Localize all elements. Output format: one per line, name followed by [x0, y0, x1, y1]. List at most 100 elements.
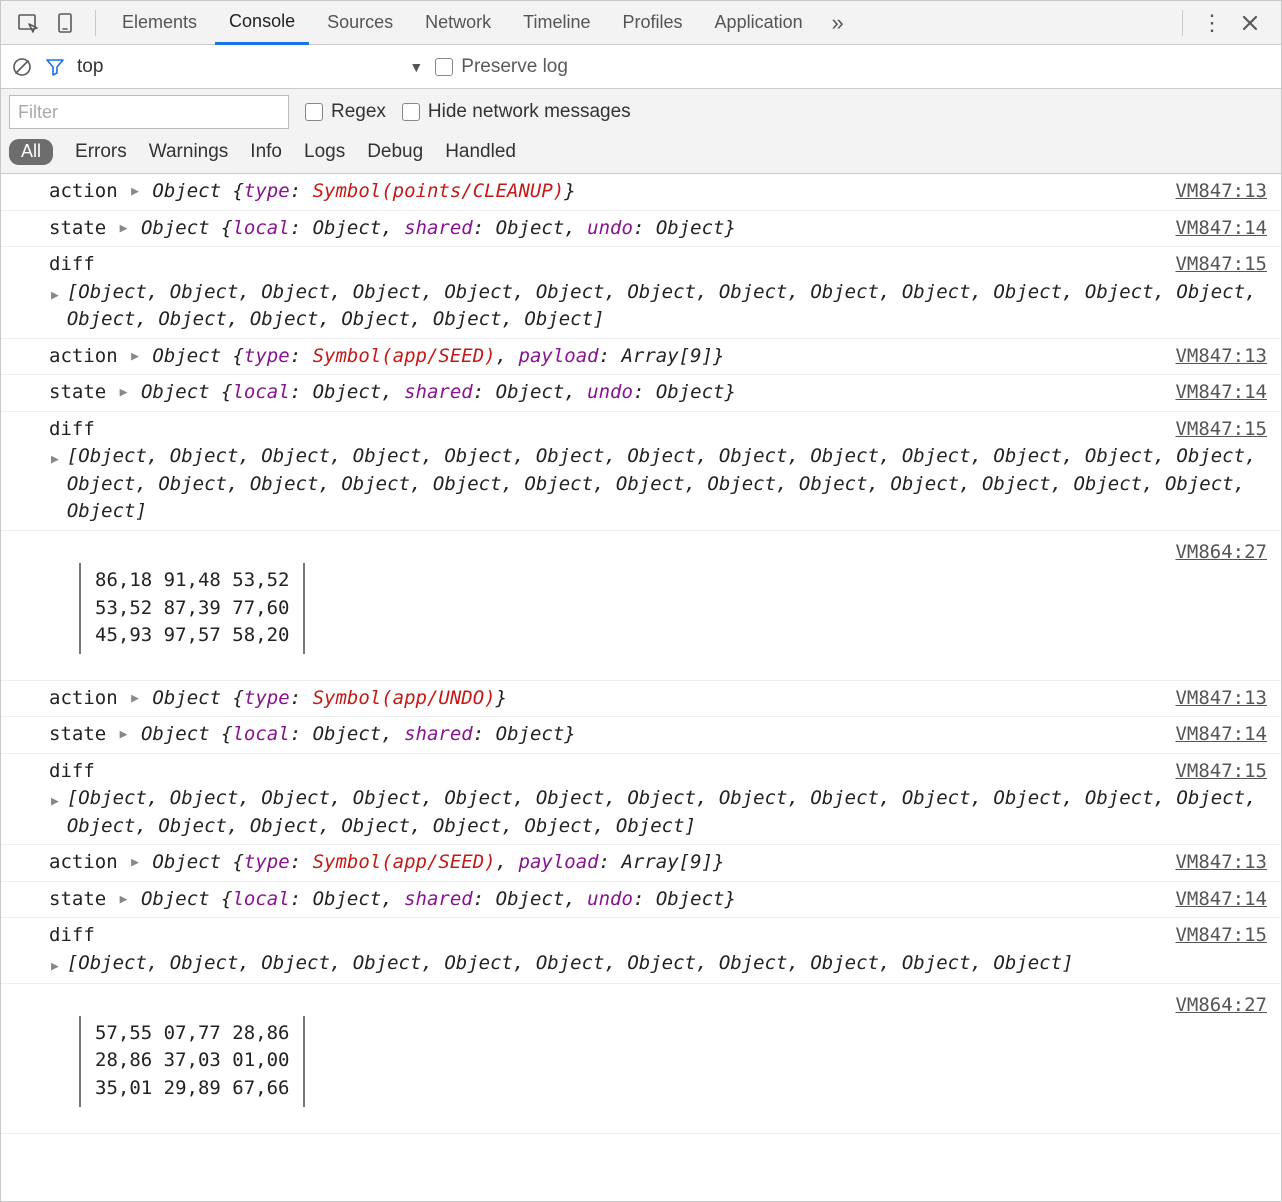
clear-console-icon[interactable] [11, 56, 33, 78]
expand-arrow-icon[interactable]: ▶ [51, 451, 59, 470]
context-label: top [77, 56, 103, 78]
log-row: VM847:13 action ▶ Object {type: Symbol(a… [1, 681, 1281, 718]
close-icon[interactable] [1233, 7, 1267, 39]
tab-timeline[interactable]: Timeline [509, 1, 604, 45]
log-row: VM847:14 state ▶ Object {local: Object, … [1, 375, 1281, 412]
tab-profiles[interactable]: Profiles [609, 1, 697, 45]
log-row: VM847:15 diff ▶ [Object, Object, Object, … [1, 412, 1281, 531]
source-link[interactable]: VM847:14 [1175, 886, 1267, 914]
console-log-area: VM847:13 action ▶ Object {type: Symbol(p… [1, 174, 1281, 1201]
table-row: 28,86 37,03 01,00 [95, 1047, 289, 1075]
source-link[interactable]: VM847:13 [1175, 343, 1267, 371]
tab-sources[interactable]: Sources [313, 1, 407, 45]
level-warnings[interactable]: Warnings [149, 141, 229, 163]
checkbox-icon [402, 103, 420, 121]
preserve-log-checkbox[interactable]: Preserve log [435, 56, 568, 78]
level-errors[interactable]: Errors [75, 141, 127, 163]
log-label: diff [49, 924, 95, 946]
level-handled[interactable]: Handled [445, 141, 516, 163]
source-link[interactable]: VM847:15 [1175, 416, 1267, 444]
chevron-down-icon: ▼ [409, 59, 423, 75]
table-row: 86,18 91,48 53,52 [95, 567, 289, 595]
divider [95, 10, 96, 36]
log-row: VM847:15 diff ▶ [Object, Object, Object, … [1, 247, 1281, 339]
filter-funnel-icon[interactable] [45, 57, 65, 77]
expand-arrow-icon[interactable]: ▶ [120, 726, 128, 745]
source-link[interactable]: VM847:13 [1175, 178, 1267, 206]
log-row-table: VM864:27 57,55 07,77 28,86 28,86 37,03 0… [1, 984, 1281, 1134]
hide-network-label: Hide network messages [428, 101, 631, 123]
source-link[interactable]: VM864:27 [1175, 539, 1267, 567]
source-link[interactable]: VM847:14 [1175, 721, 1267, 749]
kebab-menu-icon[interactable]: ⋮ [1195, 7, 1229, 39]
log-row: VM847:14 state ▶ Object {local: Object, … [1, 211, 1281, 248]
object-text: Object [141, 217, 210, 239]
tab-elements[interactable]: Elements [108, 1, 211, 45]
expand-arrow-icon[interactable]: ▶ [120, 220, 128, 239]
level-logs[interactable]: Logs [304, 141, 345, 163]
devtools-tabstrip: Elements Console Sources Network Timelin… [1, 1, 1281, 45]
object-text: Object [152, 180, 221, 202]
log-row: VM847:14 state ▶ Object {local: Object, … [1, 717, 1281, 754]
regex-label: Regex [331, 101, 386, 123]
tab-console[interactable]: Console [215, 1, 309, 45]
diff-array[interactable]: [Object, Object, Object, Object, Object,… [67, 443, 1269, 526]
table-row: 53,52 87,39 77,60 [95, 595, 289, 623]
expand-arrow-icon[interactable]: ▶ [51, 287, 59, 306]
log-row: VM847:13 action ▶ Object {type: Symbol(p… [1, 174, 1281, 211]
diff-array[interactable]: [Object, Object, Object, Object, Object,… [67, 785, 1269, 840]
log-label: diff [49, 253, 95, 275]
level-info[interactable]: Info [250, 141, 282, 163]
filter-input[interactable] [9, 95, 289, 129]
log-row-table: VM864:27 86,18 91,48 53,52 53,52 87,39 7… [1, 531, 1281, 681]
diff-array[interactable]: [Object, Object, Object, Object, Object,… [67, 950, 1074, 978]
level-debug[interactable]: Debug [367, 141, 423, 163]
expand-arrow-icon[interactable]: ▶ [131, 348, 139, 367]
source-link[interactable]: VM847:15 [1175, 758, 1267, 786]
log-row: VM847:15 diff ▶ [Object, Object, Object, … [1, 754, 1281, 846]
checkbox-icon [305, 103, 323, 121]
expand-arrow-icon[interactable]: ▶ [51, 793, 59, 812]
console-filter-bar: Regex Hide network messages All Errors W… [1, 89, 1281, 174]
log-label: state [49, 888, 106, 910]
table-output: 86,18 91,48 53,52 53,52 87,39 77,60 45,9… [79, 563, 305, 654]
log-label: diff [49, 760, 95, 782]
source-link[interactable]: VM847:13 [1175, 849, 1267, 877]
expand-arrow-icon[interactable]: ▶ [120, 891, 128, 910]
inspect-element-icon[interactable] [11, 7, 45, 39]
expand-arrow-icon[interactable]: ▶ [120, 384, 128, 403]
table-row: 57,55 07,77 28,86 [95, 1020, 289, 1048]
table-row: 45,93 97,57 58,20 [95, 622, 289, 650]
log-row: VM847:14 state ▶ Object {local: Object, … [1, 882, 1281, 919]
log-label: action [49, 851, 118, 873]
log-label: action [49, 687, 118, 709]
source-link[interactable]: VM847:13 [1175, 685, 1267, 713]
log-label: state [49, 381, 106, 403]
source-link[interactable]: VM847:14 [1175, 379, 1267, 407]
diff-array[interactable]: [Object, Object, Object, Object, Object,… [67, 279, 1269, 334]
symbol-value: Symbol(points/CLEANUP) [313, 180, 565, 202]
level-all[interactable]: All [9, 139, 53, 165]
divider [1182, 10, 1183, 36]
expand-arrow-icon[interactable]: ▶ [131, 183, 139, 202]
source-link[interactable]: VM864:27 [1175, 992, 1267, 1020]
hide-network-checkbox[interactable]: Hide network messages [402, 101, 631, 123]
source-link[interactable]: VM847:15 [1175, 922, 1267, 950]
expand-arrow-icon[interactable]: ▶ [131, 690, 139, 709]
log-label: diff [49, 418, 95, 440]
log-label: state [49, 217, 106, 239]
expand-arrow-icon[interactable]: ▶ [131, 854, 139, 873]
expand-arrow-icon[interactable]: ▶ [51, 958, 59, 977]
log-row: VM847:15 diff ▶ [Object, Object, Object, … [1, 918, 1281, 983]
regex-checkbox[interactable]: Regex [305, 101, 386, 123]
source-link[interactable]: VM847:14 [1175, 215, 1267, 243]
key: type [244, 180, 290, 202]
tab-application[interactable]: Application [701, 1, 817, 45]
log-row: VM847:13 action ▶ Object {type: Symbol(a… [1, 339, 1281, 376]
source-link[interactable]: VM847:15 [1175, 251, 1267, 279]
execution-context-selector[interactable]: top ▼ [77, 56, 423, 78]
device-toolbar-icon[interactable] [49, 7, 83, 39]
tab-network[interactable]: Network [411, 1, 505, 45]
table-output: 57,55 07,77 28,86 28,86 37,03 01,00 35,0… [79, 1016, 305, 1107]
more-tabs-icon[interactable]: » [821, 7, 855, 39]
